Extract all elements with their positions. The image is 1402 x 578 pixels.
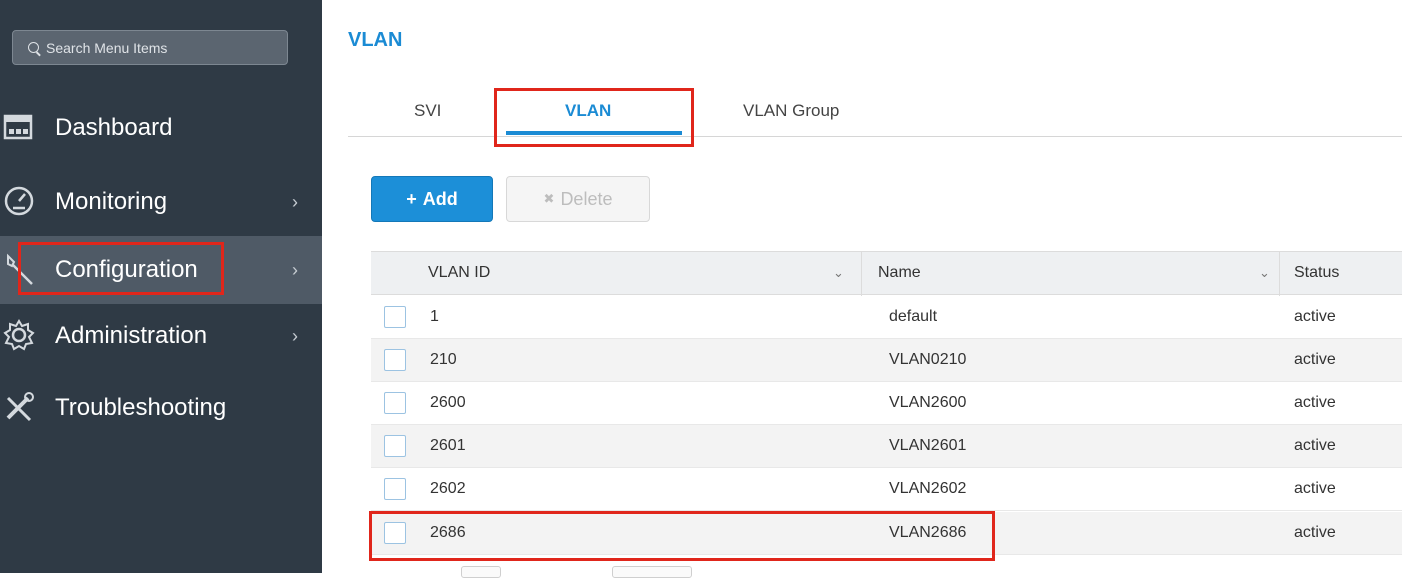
gear-icon	[2, 318, 38, 354]
sidebar-item-administration[interactable]: Administration ›	[0, 302, 322, 370]
table-header: VLAN ID ⌄ Name ⌄ Status	[371, 251, 1402, 296]
sort-chevron-icon[interactable]: ⌄	[833, 265, 844, 281]
cell-name: VLAN0210	[889, 351, 967, 368]
table-row[interactable]: 210 VLAN0210 active	[371, 339, 1402, 382]
column-divider	[1279, 252, 1280, 296]
column-divider	[861, 252, 862, 296]
sidebar-item-dashboard[interactable]: Dashboard	[0, 94, 322, 162]
pagination-control[interactable]	[612, 566, 692, 578]
chevron-right-icon: ›	[292, 259, 298, 280]
pagination-control[interactable]	[461, 566, 501, 578]
delete-label: Delete	[560, 188, 613, 209]
search-menu-input[interactable]: Search Menu Items	[12, 30, 288, 65]
sidebar-item-label: Administration	[55, 322, 208, 349]
tab-vlan-group[interactable]: VLAN Group	[743, 101, 839, 121]
add-button[interactable]: + Add	[371, 176, 493, 222]
cell-status: active	[1294, 351, 1336, 368]
chevron-right-icon: ›	[292, 325, 298, 346]
highlight-configuration	[18, 242, 224, 295]
highlight-vlan-2686-row	[369, 511, 995, 561]
add-label: Add	[422, 188, 458, 209]
row-checkbox[interactable]	[384, 349, 406, 371]
cell-name: VLAN2601	[889, 437, 967, 454]
sidebar-item-monitoring[interactable]: Monitoring ›	[0, 168, 322, 236]
row-checkbox[interactable]	[384, 435, 406, 457]
table-row[interactable]: 2600 VLAN2600 active	[371, 382, 1402, 425]
table-row[interactable]: 2602 VLAN2602 active	[371, 468, 1402, 511]
cell-name: default	[889, 308, 938, 325]
sidebar-item-label: Dashboard	[55, 114, 173, 141]
cell-vlan-id: 1	[430, 308, 439, 325]
sidebar-item-troubleshooting[interactable]: Troubleshooting	[0, 374, 322, 442]
tab-svi[interactable]: SVI	[414, 101, 441, 121]
search-icon	[28, 42, 39, 53]
page-title: VLAN	[348, 29, 403, 51]
sidebar-item-label: Monitoring	[55, 188, 168, 215]
sidebar-item-label: Troubleshooting	[55, 394, 227, 421]
sort-chevron-icon[interactable]: ⌄	[1259, 265, 1270, 281]
search-placeholder: Search Menu Items	[46, 39, 168, 56]
cell-vlan-id: 2602	[430, 480, 466, 497]
highlight-vlan-tab	[494, 88, 694, 147]
cell-vlan-id: 210	[430, 351, 457, 368]
chevron-right-icon: ›	[292, 191, 298, 212]
cell-name: VLAN2600	[889, 394, 967, 411]
cell-vlan-id: 2601	[430, 437, 466, 454]
tools-icon	[2, 390, 38, 426]
column-header-status[interactable]: Status	[1294, 264, 1339, 282]
cell-status: active	[1294, 480, 1336, 497]
table-row[interactable]: 1 default active	[371, 296, 1402, 339]
cell-status: active	[1294, 394, 1336, 411]
delete-button[interactable]: ✖ Delete	[506, 176, 650, 222]
cell-status: active	[1294, 524, 1336, 541]
close-icon: ✖	[543, 191, 555, 206]
cell-status: active	[1294, 308, 1336, 325]
dashboard-icon	[2, 110, 38, 146]
cell-name: VLAN2602	[889, 480, 967, 497]
gauge-icon	[2, 184, 38, 220]
plus-icon: +	[406, 188, 417, 209]
row-checkbox[interactable]	[384, 478, 406, 500]
table-row[interactable]: 2601 VLAN2601 active	[371, 425, 1402, 468]
column-header-vlan-id[interactable]: VLAN ID	[428, 264, 490, 282]
column-header-name[interactable]: Name	[878, 264, 921, 282]
row-checkbox[interactable]	[384, 392, 406, 414]
row-checkbox[interactable]	[384, 306, 406, 328]
cell-status: active	[1294, 437, 1336, 454]
cell-vlan-id: 2600	[430, 394, 466, 411]
